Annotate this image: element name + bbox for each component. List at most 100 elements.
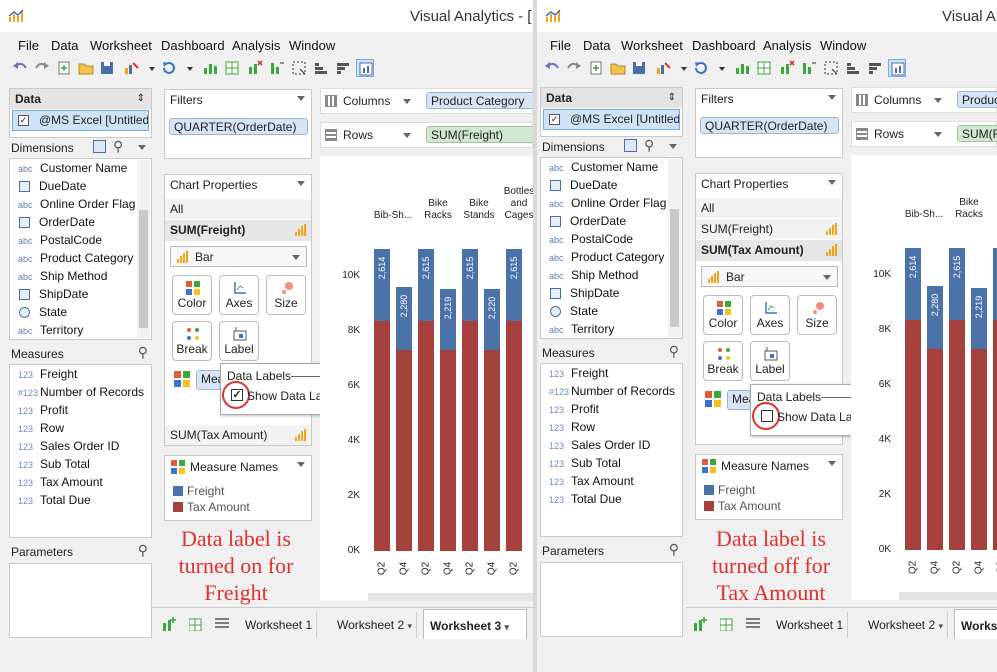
swap-icon[interactable] [268, 59, 286, 77]
checkbox-icon[interactable]: ✓ [549, 114, 560, 125]
bar-chart-icon[interactable] [201, 59, 219, 77]
scrollbar[interactable] [668, 159, 681, 337]
list-item[interactable]: OrderDate [549, 214, 626, 232]
bar-tax-amount[interactable] [484, 349, 500, 551]
list-item[interactable]: 123 Tax Amount [549, 474, 634, 492]
axes-button[interactable]: Axes [219, 275, 259, 315]
list-item[interactable]: OrderDate [18, 215, 95, 233]
sort-descending-icon[interactable] [866, 59, 884, 77]
color-button[interactable]: Color [172, 275, 212, 315]
scrollbar[interactable] [137, 160, 150, 338]
menu-file[interactable]: File [18, 38, 39, 53]
add-worksheet-icon[interactable] [163, 617, 177, 631]
list-item[interactable]: 123 Freight [18, 367, 77, 385]
new-sheet-icon[interactable] [55, 59, 73, 77]
presentation-icon[interactable] [888, 59, 906, 77]
break-button[interactable]: Break [703, 341, 743, 381]
sort-ascending-icon[interactable] [312, 59, 330, 77]
chevron-down-icon[interactable] [297, 462, 305, 467]
presentation-icon[interactable] [356, 59, 374, 77]
search-icon[interactable]: ⚲ [669, 541, 679, 558]
sort-ascending-icon[interactable] [844, 59, 862, 77]
list-item[interactable]: 123 Tax Amount [18, 475, 103, 493]
chevron-down-icon[interactable] [297, 181, 305, 186]
list-item[interactable]: abc Territory [549, 322, 614, 340]
list-item[interactable]: abc Territory [18, 323, 83, 341]
tab-worksheet-3[interactable]: Works [954, 609, 997, 639]
property-tax[interactable]: SUM(Tax Amount) [165, 425, 311, 445]
list-item[interactable]: abc Customer Name [18, 161, 127, 179]
list-item[interactable]: ShipDate [549, 286, 619, 304]
list-item[interactable]: 123 Row [18, 421, 64, 439]
menu-dashboard[interactable]: Dashboard [161, 38, 225, 53]
tab-worksheet-1[interactable]: Worksheet 1 [239, 612, 318, 638]
chevron-down-icon[interactable] [828, 180, 836, 185]
chevron-down-icon[interactable] [297, 96, 305, 101]
menu-data[interactable]: Data [583, 38, 610, 53]
bar-tax-amount[interactable] [949, 319, 965, 550]
data-source-item[interactable]: ✓ @MS Excel [Untitled... [543, 109, 680, 130]
bar-tax-amount[interactable] [462, 320, 478, 551]
property-tax[interactable]: SUM(Tax Amount) [696, 240, 842, 261]
sort-arrows-icon[interactable]: ⇕ [668, 92, 676, 103]
list-item[interactable]: abc PostalCode [18, 233, 102, 251]
chevron-down-icon[interactable] [828, 95, 836, 100]
data-source-icon[interactable] [654, 59, 672, 77]
clear-sheet-icon[interactable] [778, 59, 796, 77]
label-button[interactable]: Label [750, 341, 790, 381]
horizontal-scrollbar[interactable] [368, 593, 533, 601]
list-item[interactable]: 123 Freight [549, 366, 608, 384]
list-item[interactable]: abc Ship Method [18, 269, 107, 287]
list-item[interactable]: abc Customer Name [549, 160, 658, 178]
chevron-down-icon[interactable] [403, 133, 411, 138]
refresh-icon[interactable] [692, 59, 710, 77]
filter-pill[interactable]: QUARTER(OrderDate) [169, 118, 308, 135]
bar-tax-amount[interactable] [993, 319, 997, 550]
menu-window[interactable]: Window [820, 38, 866, 53]
chevron-down-icon[interactable] [934, 132, 942, 137]
redo-icon[interactable] [565, 59, 583, 77]
menu-worksheet[interactable]: Worksheet [621, 38, 683, 53]
columns-pill[interactable]: Product Category [426, 92, 533, 109]
sort-arrows-icon[interactable]: ⇕ [137, 93, 145, 104]
label-button[interactable]: Label [219, 321, 259, 361]
search-icon[interactable]: ⚲ [644, 137, 654, 154]
tab-worksheet-2[interactable]: Worksheet 2 ▾ [862, 612, 949, 638]
redo-icon[interactable] [33, 59, 51, 77]
menu-data[interactable]: Data [51, 38, 78, 53]
chevron-down-icon[interactable]: ▾ [408, 621, 413, 631]
data-source-icon[interactable] [122, 59, 140, 77]
new-sheet-icon[interactable] [587, 59, 605, 77]
rows-pill[interactable]: SUM(Freight) [957, 125, 997, 142]
list-item[interactable]: State [549, 304, 598, 322]
list-item[interactable]: abc PostalCode [549, 232, 633, 250]
break-button[interactable]: Break [172, 321, 212, 361]
menu-analysis[interactable]: Analysis [763, 38, 811, 53]
list-item[interactable]: #123 Number of Records [18, 385, 144, 403]
grid-add-icon[interactable] [755, 59, 773, 77]
save-icon[interactable] [630, 59, 648, 77]
search-icon[interactable]: ⚲ [669, 343, 679, 360]
chevron-down-icon[interactable]: ▾ [939, 621, 944, 631]
filter-pill[interactable]: QUARTER(OrderDate) [700, 117, 839, 134]
chevron-down-icon[interactable] [143, 59, 161, 77]
bar-tax-amount[interactable] [905, 319, 921, 550]
menu-analysis[interactable]: Analysis [232, 38, 280, 53]
chevron-down-icon[interactable]: ▾ [504, 622, 509, 632]
swap-icon[interactable] [800, 59, 818, 77]
bar-tax-amount[interactable] [418, 320, 434, 551]
color-button[interactable]: Color [703, 295, 743, 335]
property-all[interactable]: All [165, 199, 311, 219]
menu-file[interactable]: File [550, 38, 571, 53]
chevron-down-icon[interactable] [403, 99, 411, 104]
list-item[interactable]: State [18, 305, 67, 323]
columns-pill[interactable]: Product Category [957, 91, 997, 108]
search-icon[interactable]: ⚲ [113, 138, 123, 155]
undo-icon[interactable] [11, 59, 29, 77]
rows-pill[interactable]: SUM(Freight) [426, 126, 533, 143]
tab-worksheet-1[interactable]: Worksheet 1 [770, 612, 849, 638]
list-item[interactable]: 123 Sub Total [18, 457, 90, 475]
menu-window[interactable]: Window [289, 38, 335, 53]
list-item[interactable]: ShipDate [18, 287, 88, 305]
chevron-down-icon[interactable] [713, 59, 731, 77]
